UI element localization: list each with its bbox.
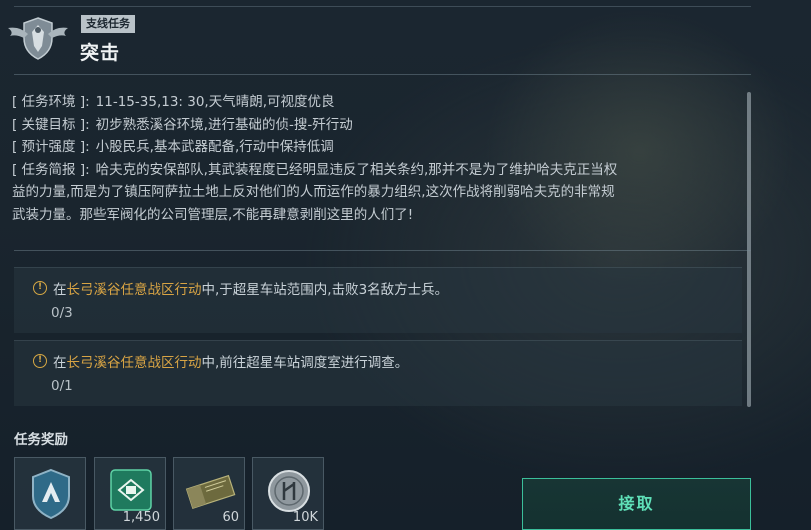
target-label: [ 关键目标 ]: [12, 116, 90, 133]
objective-item: ! 在 长弓溪谷任意战区行动 中,前往超星车站调度室进行调查。 0/1 [14, 340, 742, 406]
brief-label: [ 任务简报 ]: [12, 161, 90, 178]
objective-prefix: 在 [53, 282, 67, 298]
mission-title: 突击 [80, 42, 121, 64]
objective-text: 中,前往超星车站调度室进行调查。 [201, 355, 409, 371]
alert-icon: ! [33, 354, 47, 368]
eagle-emblem-icon [8, 17, 68, 60]
reward-amount: 60 [222, 510, 239, 525]
objective-location: 长弓溪谷任意战区行动 [66, 355, 202, 371]
objective-progress: 0/3 [51, 305, 73, 321]
objective-item: ! 在 长弓溪谷任意战区行动 中,于超星车站范围内,击败3名敌方士兵。 0/3 [14, 267, 742, 333]
objective-location: 长弓溪谷任意战区行动 [66, 282, 202, 298]
strength-row: [ 预计强度 ]: 小股民兵,基本武器配备,行动中保持低调 [12, 136, 742, 159]
rewards-label: 任务奖励 [14, 432, 68, 448]
objective-prefix: 在 [53, 355, 67, 371]
reward-amount: 1,450 [122, 510, 160, 525]
objective-progress: 0/1 [51, 378, 73, 394]
brief-line-2: 益的力量,而是为了镇压阿萨拉土地上反对他们的人而运作的暴力组织,这次作战将削弱哈… [12, 184, 615, 200]
objectives-divider [14, 250, 751, 251]
target-row: [ 关键目标 ]: 初步熟悉溪谷环境,进行基础的侦-搜-歼行动 [12, 114, 742, 137]
side-mission-tag: 支线任务 [81, 15, 135, 33]
accept-button[interactable]: 接取 [522, 478, 751, 530]
env-label: [ 任务环境 ]: [12, 94, 90, 110]
reward-item-ammo[interactable]: 60 [173, 457, 245, 530]
brief-line-1: 哈夫克的安保部队,其武装程度已经明显违反了相关条约,那并不是为了维护哈夫克正当权 [95, 161, 618, 178]
strength-value: 小股民兵,基本武器配备,行动中保持低调 [95, 139, 334, 155]
reward-item-crate[interactable]: 1,450 [94, 457, 166, 530]
reward-amount: 10K [292, 510, 318, 525]
alert-icon: ! [33, 281, 47, 295]
strength-label: [ 预计强度 ]: [12, 139, 90, 155]
mission-info: [ 任务环境 ]: 11-15-35,13: 30,天气晴朗,可视度优良 [ 关… [12, 91, 742, 226]
badge-icon [32, 468, 70, 520]
env-row: [ 任务环境 ]: 11-15-35,13: 30,天气晴朗,可视度优良 [12, 91, 742, 114]
reward-item-badge[interactable] [14, 457, 86, 530]
objective-text: 中,于超星车站范围内,击败3名敌方士兵。 [201, 282, 449, 298]
header-divider [14, 74, 751, 75]
top-divider [14, 6, 751, 7]
env-value: 11-15-35,13: 30,天气晴朗,可视度优良 [95, 94, 335, 110]
reward-item-coin[interactable]: 10K [252, 457, 324, 530]
target-value: 初步熟悉溪谷环境,进行基础的侦-搜-歼行动 [95, 116, 353, 133]
brief-row: [ 任务简报 ]: 哈夫克的安保部队,其武装程度已经明显违反了相关条约,那并不是… [12, 159, 742, 182]
brief-line-3: 武装力量。那些军阀化的公司管理层,不能再肆意剥削这里的人们了! [12, 206, 414, 223]
